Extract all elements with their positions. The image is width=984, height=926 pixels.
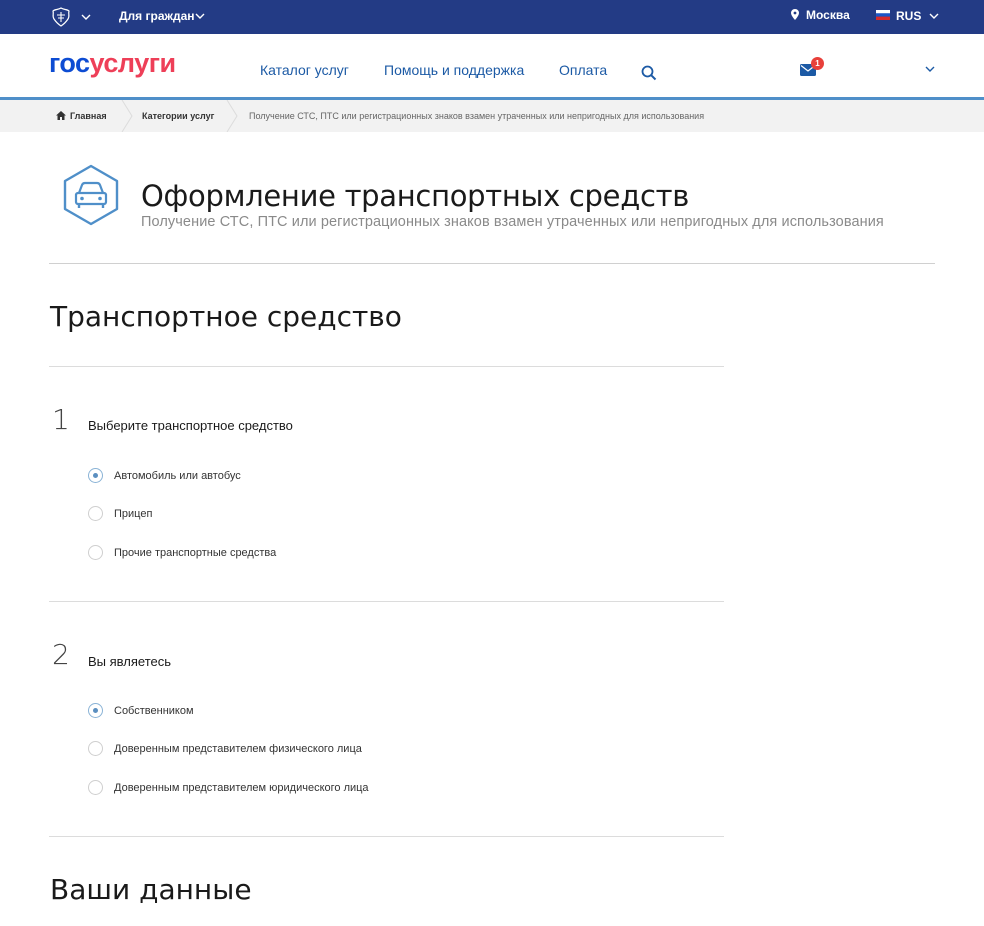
site-header: госуслуги Каталог услуг Помощь и поддерж…: [0, 34, 984, 97]
notification-badge: 1: [811, 57, 824, 70]
section-heading-vehicle: Транспортное средство: [50, 300, 402, 333]
radio-individual-representative[interactable]: [88, 741, 103, 756]
radio-label[interactable]: Автомобиль или автобус: [114, 470, 241, 482]
coat-of-arms-icon[interactable]: [49, 6, 73, 28]
chevron-down-icon[interactable]: [195, 13, 205, 19]
russian-flag-icon: [876, 10, 890, 20]
breadcrumb-home[interactable]: Главная: [70, 111, 107, 121]
radio-label[interactable]: Доверенным представителем юридического л…: [114, 782, 369, 794]
chevron-down-icon[interactable]: [81, 14, 91, 20]
breadcrumb-separator: [226, 100, 238, 132]
nav-catalog[interactable]: Каталог услуг: [260, 62, 349, 78]
page-subtitle: Получение СТС, ПТС или регистрационных з…: [141, 214, 884, 230]
step-number: 1: [52, 403, 70, 436]
search-icon[interactable]: [641, 65, 657, 81]
radio-owner[interactable]: [88, 703, 103, 718]
radio-label[interactable]: Прицеп: [114, 508, 152, 520]
divider: [49, 366, 724, 367]
home-icon[interactable]: [56, 111, 66, 120]
city-selector[interactable]: Москва: [806, 8, 850, 22]
step-number: 2: [52, 638, 70, 671]
divider: [49, 601, 724, 602]
location-pin-icon: [791, 9, 799, 20]
radio-label[interactable]: Прочие транспортные средства: [114, 547, 276, 559]
divider: [49, 263, 935, 264]
radio-label[interactable]: Доверенным представителем физического ли…: [114, 743, 362, 755]
nav-payment[interactable]: Оплата: [559, 62, 607, 78]
top-bar: Для граждан Москва RUS: [0, 0, 984, 34]
breadcrumb-categories[interactable]: Категории услуг: [142, 111, 214, 121]
breadcrumb-current: Получение СТС, ПТС или регистрационных з…: [249, 111, 705, 121]
citizens-menu[interactable]: Для граждан: [119, 9, 195, 23]
section-heading-your-data: Ваши данные: [50, 873, 252, 906]
radio-label[interactable]: Собственником: [114, 705, 194, 717]
user-menu-chevron-icon[interactable]: [925, 66, 935, 72]
radio-car-or-bus[interactable]: [88, 468, 103, 483]
page-title: Оформление транспортных средств: [141, 179, 689, 213]
gosuslugi-logo[interactable]: госуслуги: [49, 48, 176, 79]
step-question: Вы являетесь: [88, 654, 172, 669]
breadcrumb: Главная Категории услуг Получение СТС, П…: [0, 100, 984, 132]
divider: [49, 836, 724, 837]
breadcrumb-separator: [121, 100, 133, 132]
radio-other-vehicles[interactable]: [88, 545, 103, 560]
radio-legal-entity-representative[interactable]: [88, 780, 103, 795]
step-question: Выберите транспортное средство: [88, 418, 293, 433]
chevron-down-icon[interactable]: [929, 13, 939, 19]
radio-trailer[interactable]: [88, 506, 103, 521]
nav-help[interactable]: Помощь и поддержка: [384, 62, 524, 78]
language-selector[interactable]: RUS: [896, 9, 921, 23]
car-icon: [63, 164, 119, 226]
